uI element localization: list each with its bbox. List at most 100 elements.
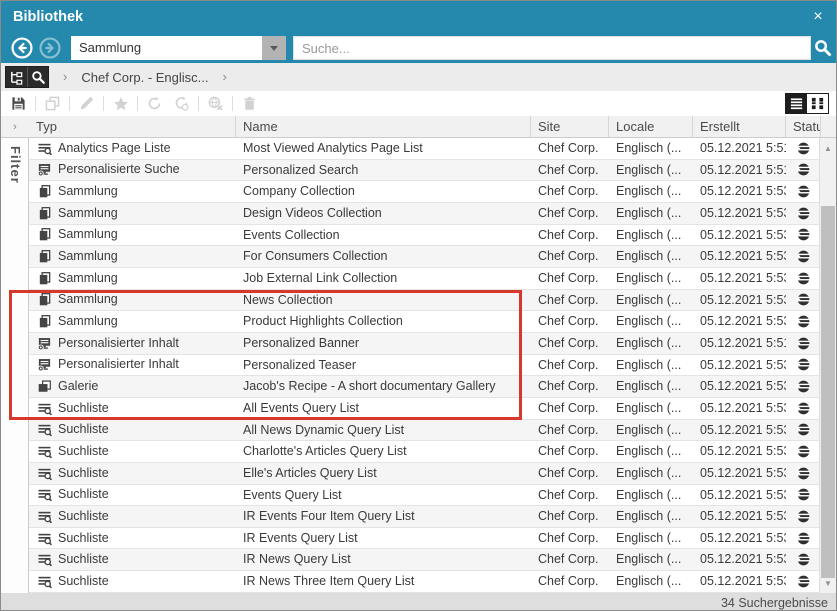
row-locale-label: Englisch (... bbox=[609, 333, 693, 354]
scroll-down-icon[interactable]: ▼ bbox=[820, 575, 836, 591]
chevron-down-icon[interactable] bbox=[262, 36, 286, 60]
table-row[interactable]: Personalisierte SuchePersonalized Search… bbox=[29, 160, 821, 182]
row-locale-label: Englisch (... bbox=[609, 441, 693, 462]
table-row[interactable]: SuchlisteIR Events Four Item Query ListC… bbox=[29, 506, 821, 528]
favorite-button[interactable] bbox=[112, 95, 129, 112]
row-locale-label: Englisch (... bbox=[609, 355, 693, 376]
language-status-icon bbox=[797, 358, 810, 371]
table-row[interactable]: SammlungProduct Highlights CollectionChe… bbox=[29, 311, 821, 333]
delete-button[interactable] bbox=[241, 95, 258, 112]
row-name-label: Job External Link Collection bbox=[236, 268, 531, 289]
column-header-status[interactable]: Status bbox=[786, 116, 821, 137]
grid-view-button[interactable] bbox=[807, 94, 828, 113]
row-created-label: 05.12.2021 5:53 bbox=[693, 290, 786, 311]
row-created-label: 05.12.2021 5:53 bbox=[693, 181, 786, 202]
table-row[interactable]: SammlungDesign Videos CollectionChef Cor… bbox=[29, 203, 821, 225]
table-row[interactable]: SammlungEvents CollectionChef Corp.Engli… bbox=[29, 225, 821, 247]
row-locale-label: Englisch (... bbox=[609, 181, 693, 202]
table-row[interactable]: SuchlisteAll Events Query ListChef Corp.… bbox=[29, 398, 821, 420]
collection-icon bbox=[37, 271, 52, 286]
personalized-icon bbox=[37, 357, 52, 372]
search-list-icon bbox=[37, 552, 52, 567]
table-row[interactable]: SuchlisteIR News Query ListChef Corp.Eng… bbox=[29, 549, 821, 571]
row-created-label: 05.12.2021 5:53 bbox=[693, 246, 786, 267]
refresh-site-button[interactable] bbox=[173, 95, 190, 112]
table-row[interactable]: SammlungCompany CollectionChef Corp.Engl… bbox=[29, 181, 821, 203]
filter-panel-label[interactable]: Filter bbox=[8, 146, 23, 184]
refresh-badge-icon bbox=[174, 96, 189, 111]
table-row[interactable]: Personalisierter InhaltPersonalized Bann… bbox=[29, 333, 821, 355]
table-row[interactable]: SuchlisteCharlotte's Articles Query List… bbox=[29, 441, 821, 463]
type-filter-dropdown[interactable]: Sammlung bbox=[71, 36, 286, 60]
row-type-label: Personalisierter Inhalt bbox=[58, 333, 179, 354]
table-row[interactable]: Analytics Page ListeMost Viewed Analytic… bbox=[29, 138, 821, 160]
table-row[interactable]: GalerieJacob's Recipe - A short document… bbox=[29, 376, 821, 398]
column-header-typ[interactable]: Typ bbox=[29, 116, 236, 137]
back-button[interactable] bbox=[11, 37, 33, 59]
list-view-icon bbox=[789, 96, 804, 111]
scroll-up-icon[interactable]: ▲ bbox=[820, 140, 836, 156]
filter-expander-button[interactable]: › bbox=[1, 116, 29, 138]
row-name-label: Elle's Articles Query List bbox=[236, 463, 531, 484]
search-input[interactable] bbox=[293, 36, 811, 60]
scrollbar-thumb[interactable] bbox=[821, 206, 835, 578]
title-bar: Bibliothek × bbox=[1, 1, 837, 33]
row-type-label: Suchliste bbox=[58, 485, 109, 506]
language-status-icon bbox=[797, 510, 810, 523]
close-icon[interactable]: × bbox=[808, 7, 828, 27]
row-type-label: Sammlung bbox=[58, 203, 118, 224]
row-name-label: All Events Query List bbox=[236, 398, 531, 419]
column-header-site[interactable]: Site bbox=[531, 116, 609, 137]
table-row[interactable]: SammlungJob External Link CollectionChef… bbox=[29, 268, 821, 290]
search-mode-icon[interactable] bbox=[27, 67, 48, 87]
table-row[interactable]: SammlungNews CollectionChef Corp.Englisc… bbox=[29, 290, 821, 312]
row-locale-label: Englisch (... bbox=[609, 506, 693, 527]
toolbar-divider bbox=[69, 96, 70, 111]
row-site-label: Chef Corp. bbox=[531, 311, 609, 332]
row-created-label: 05.12.2021 5:51 bbox=[693, 160, 786, 181]
row-site-label: Chef Corp. bbox=[531, 268, 609, 289]
row-type-label: Sammlung bbox=[58, 311, 118, 332]
row-type-label: Suchliste bbox=[58, 420, 109, 441]
row-type-label: Personalisierter Inhalt bbox=[58, 355, 179, 376]
table-row[interactable]: SuchlisteEvents Query ListChef Corp.Engl… bbox=[29, 485, 821, 507]
language-status-icon bbox=[797, 488, 810, 501]
column-header-name[interactable]: Name bbox=[236, 116, 531, 137]
table-row[interactable]: SammlungFor Consumers CollectionChef Cor… bbox=[29, 246, 821, 268]
table-row[interactable]: SuchlisteIR News Three Item Query ListCh… bbox=[29, 571, 821, 593]
trash-icon bbox=[242, 96, 257, 111]
search-icon[interactable] bbox=[814, 39, 832, 57]
pencil-icon bbox=[79, 96, 94, 111]
breadcrumb-segment[interactable]: Chef Corp. - Englisc... bbox=[81, 70, 208, 85]
table-row[interactable]: SuchlisteAll News Dynamic Query ListChef… bbox=[29, 420, 821, 442]
column-header-locale[interactable]: Locale bbox=[609, 116, 693, 137]
search-list-icon bbox=[37, 531, 52, 546]
edit-button[interactable] bbox=[78, 95, 95, 112]
row-created-label: 05.12.2021 5:53 bbox=[693, 376, 786, 397]
tree-view-icon[interactable] bbox=[6, 67, 27, 87]
list-view-button[interactable] bbox=[786, 94, 807, 113]
row-site-label: Chef Corp. bbox=[531, 160, 609, 181]
save-button[interactable] bbox=[10, 95, 27, 112]
column-header-erstellt[interactable]: Erstellt bbox=[693, 116, 786, 137]
row-site-label: Chef Corp. bbox=[531, 376, 609, 397]
row-site-label: Chef Corp. bbox=[531, 181, 609, 202]
table-row[interactable]: SuchlisteElle's Articles Query ListChef … bbox=[29, 463, 821, 485]
row-site-label: Chef Corp. bbox=[531, 290, 609, 311]
row-locale-label: Englisch (... bbox=[609, 138, 693, 159]
breadcrumb-bar: › Chef Corp. - Englisc... › bbox=[1, 63, 837, 91]
table-row[interactable]: SuchlisteIR Events Query ListChef Corp.E… bbox=[29, 528, 821, 550]
table-row[interactable]: Personalisierter InhaltPersonalized Teas… bbox=[29, 355, 821, 377]
gallery-icon bbox=[37, 379, 52, 394]
language-status-icon bbox=[797, 445, 810, 458]
language-status-icon bbox=[797, 142, 810, 155]
vertical-scrollbar[interactable]: ▲ ▼ bbox=[819, 138, 836, 593]
row-type-label: Suchliste bbox=[58, 549, 109, 570]
forward-button[interactable] bbox=[39, 37, 61, 59]
search-list-icon bbox=[37, 574, 52, 589]
row-locale-label: Englisch (... bbox=[609, 246, 693, 267]
refresh-button[interactable] bbox=[146, 95, 163, 112]
remove-language-button[interactable] bbox=[207, 95, 224, 112]
copy-button[interactable] bbox=[44, 95, 61, 112]
language-status-icon bbox=[797, 423, 810, 436]
